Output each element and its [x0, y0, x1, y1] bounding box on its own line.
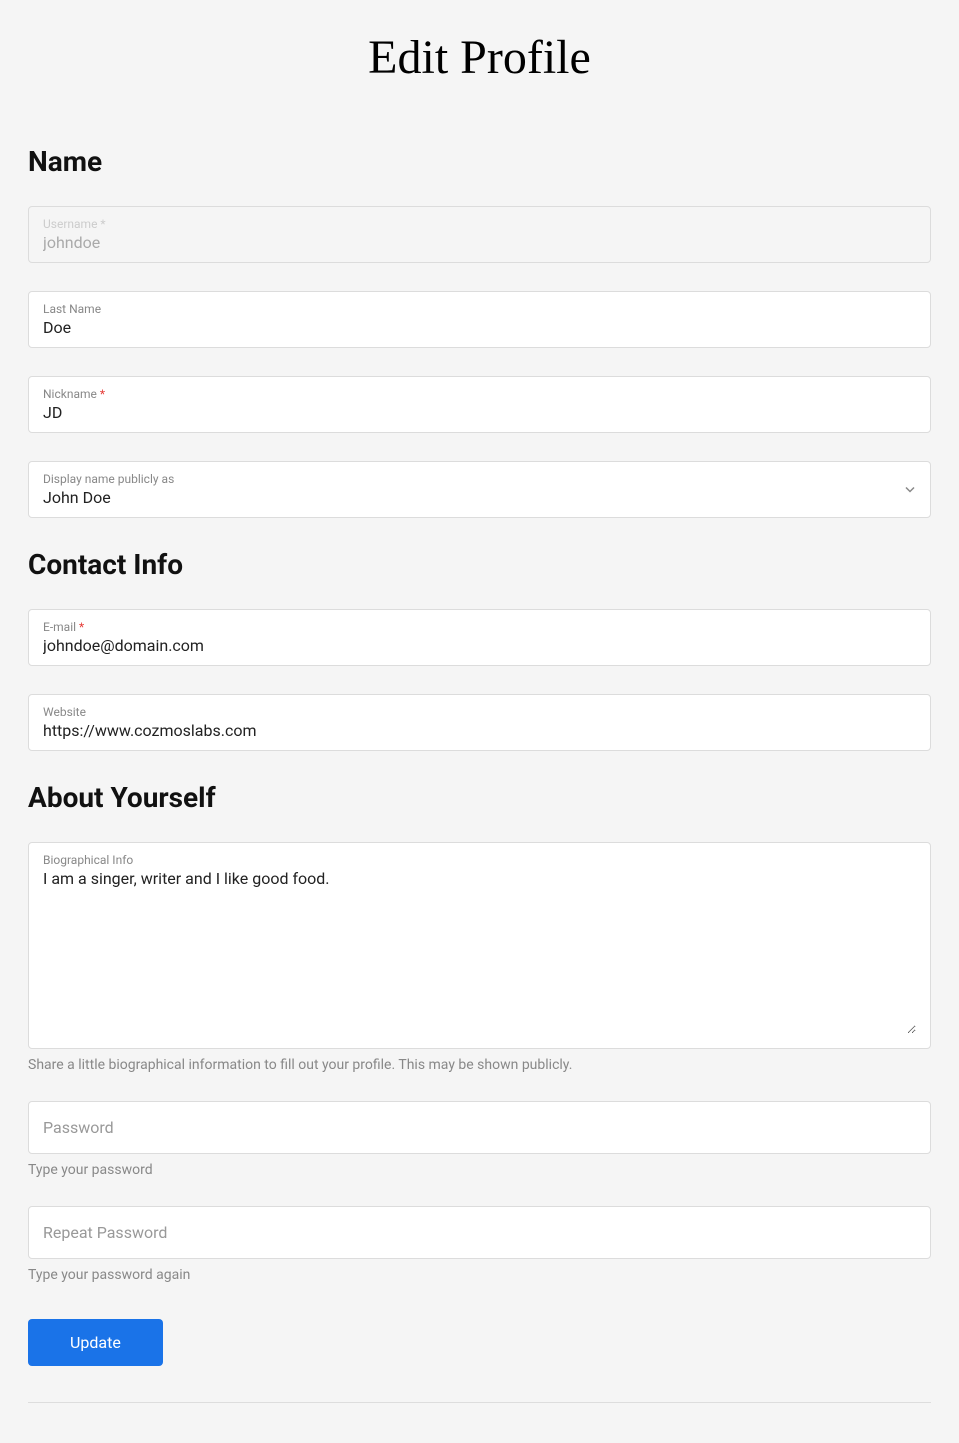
section-contact-title: Contact Info — [28, 548, 931, 581]
nickname-field-box[interactable]: Nickname — [28, 376, 931, 433]
display-name-select[interactable] — [43, 488, 916, 507]
section-name-title: Name — [28, 145, 931, 178]
username-input — [43, 233, 916, 252]
update-button[interactable]: Update — [28, 1319, 163, 1366]
bio-field-box[interactable]: Biographical Info — [28, 842, 931, 1049]
website-label: Website — [43, 705, 916, 719]
password-input[interactable] — [43, 1118, 916, 1137]
last-name-label: Last Name — [43, 302, 916, 316]
email-input[interactable] — [43, 636, 916, 655]
repeat-password-input[interactable] — [43, 1223, 916, 1242]
bio-label: Biographical Info — [43, 853, 916, 867]
password-help-text: Type your password — [28, 1162, 931, 1178]
nickname-label: Nickname — [43, 387, 916, 401]
last-name-input[interactable] — [43, 318, 916, 337]
bio-help-text: Share a little biographical information … — [28, 1057, 931, 1073]
repeat-password-field-box[interactable] — [28, 1206, 931, 1259]
page-title: Edit Profile — [28, 30, 931, 85]
website-input[interactable] — [43, 721, 916, 740]
username-field-box: Username — [28, 206, 931, 263]
section-about-title: About Yourself — [28, 781, 931, 814]
bio-textarea[interactable] — [43, 869, 916, 1034]
last-name-field-box[interactable]: Last Name — [28, 291, 931, 348]
divider — [28, 1402, 931, 1403]
display-name-field-box[interactable]: Display name publicly as — [28, 461, 931, 518]
repeat-password-help-text: Type your password again — [28, 1267, 931, 1283]
display-name-label: Display name publicly as — [43, 472, 916, 486]
email-field-box[interactable]: E-mail — [28, 609, 931, 666]
password-field-box[interactable] — [28, 1101, 931, 1154]
website-field-box[interactable]: Website — [28, 694, 931, 751]
email-label: E-mail — [43, 620, 916, 634]
nickname-input[interactable] — [43, 403, 916, 422]
username-label: Username — [43, 217, 916, 231]
